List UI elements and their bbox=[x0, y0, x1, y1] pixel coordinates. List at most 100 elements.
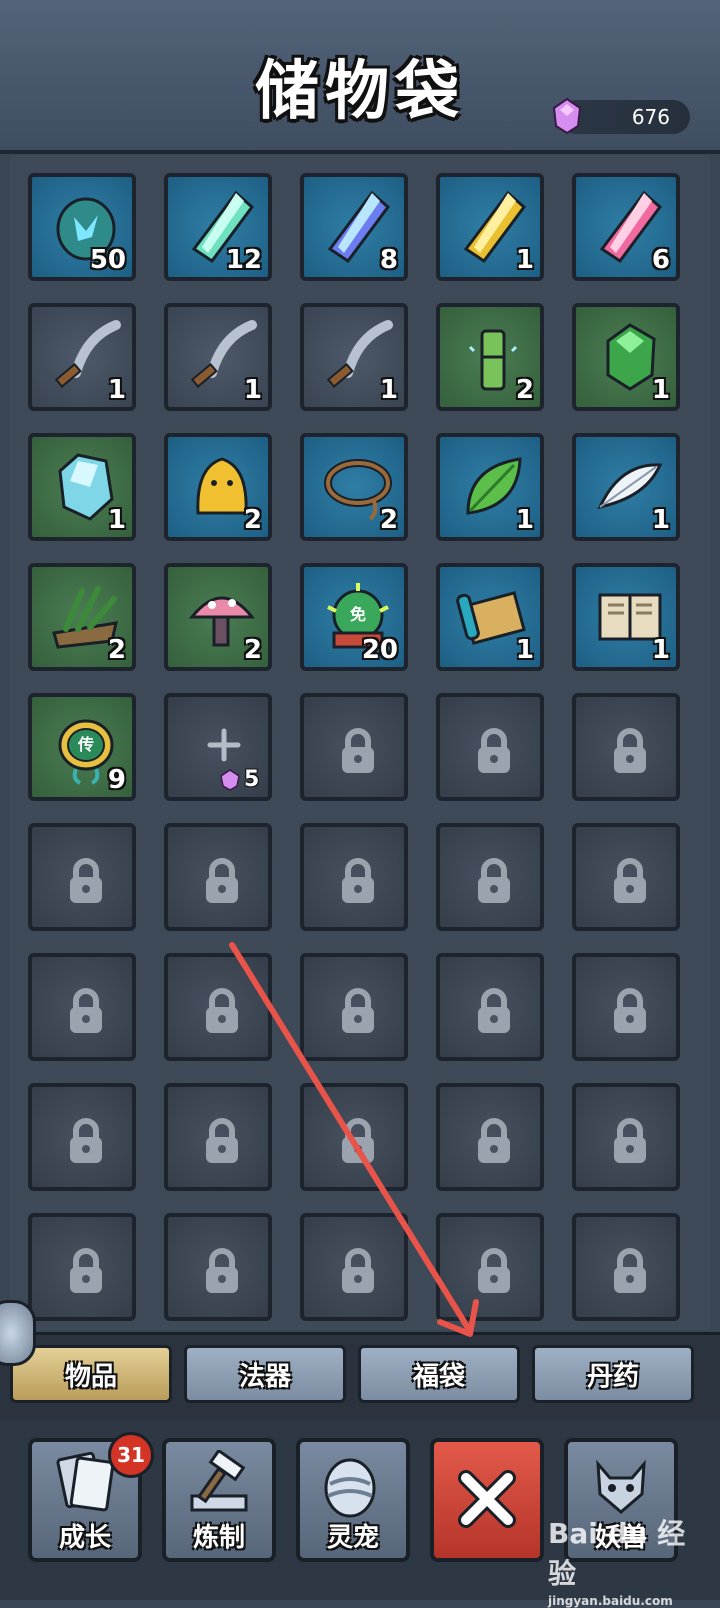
item-count: 1 bbox=[379, 375, 398, 405]
item-slot[interactable]: 1 bbox=[164, 303, 272, 411]
plus-icon bbox=[207, 728, 241, 762]
item-count: 1 bbox=[107, 375, 126, 405]
locked-slot[interactable] bbox=[572, 1083, 680, 1191]
locked-slot[interactable] bbox=[300, 693, 408, 801]
locked-slot[interactable] bbox=[28, 1083, 136, 1191]
lock-icon bbox=[70, 988, 102, 1033]
locked-slot[interactable] bbox=[436, 823, 544, 931]
nav-pet-label: 灵宠 bbox=[326, 1523, 379, 1553]
purple-gem-icon bbox=[220, 769, 240, 791]
close-icon bbox=[458, 1470, 516, 1528]
item-slot[interactable]: 2 bbox=[164, 563, 272, 671]
item-count: 1 bbox=[243, 375, 262, 405]
locked-slot[interactable] bbox=[572, 953, 680, 1061]
item-count: 20 bbox=[361, 635, 398, 665]
item-count: 9 bbox=[107, 765, 126, 795]
item-count: 50 bbox=[89, 245, 126, 275]
lock-icon bbox=[614, 1118, 646, 1163]
tab-artifacts[interactable]: 法器 bbox=[184, 1345, 346, 1403]
tab-bar: 物品 法器 福袋 丹药 bbox=[0, 1332, 720, 1426]
tab-lucky-bags[interactable]: 福袋 bbox=[358, 1345, 520, 1403]
item-count: 2 bbox=[107, 635, 126, 665]
locked-slot[interactable] bbox=[300, 953, 408, 1061]
purple-gem-icon bbox=[552, 98, 582, 134]
lock-icon bbox=[614, 728, 646, 773]
tab-pills[interactable]: 丹药 bbox=[532, 1345, 694, 1403]
lock-icon bbox=[478, 858, 510, 903]
item-slot[interactable]: 1 bbox=[436, 563, 544, 671]
locked-slot[interactable] bbox=[300, 1083, 408, 1191]
lock-icon bbox=[478, 1248, 510, 1293]
locked-slot[interactable] bbox=[164, 823, 272, 931]
lock-icon bbox=[206, 858, 238, 903]
nav-pet-button[interactable]: 灵宠 bbox=[296, 1438, 410, 1562]
tab-items[interactable]: 物品 bbox=[10, 1345, 172, 1403]
item-count: 1 bbox=[515, 635, 534, 665]
item-slot[interactable]: 1 bbox=[28, 433, 136, 541]
item-slot[interactable]: 12 bbox=[164, 173, 272, 281]
locked-slot[interactable] bbox=[436, 1213, 544, 1321]
unlock-slot-button[interactable]: 5 bbox=[164, 693, 272, 801]
nav-refine-button[interactable]: 炼制 bbox=[162, 1438, 276, 1562]
item-slot[interactable]: 2 bbox=[28, 563, 136, 671]
item-slot[interactable]: 6 bbox=[572, 173, 680, 281]
lock-icon bbox=[478, 988, 510, 1033]
item-count: 2 bbox=[243, 505, 262, 535]
item-slot[interactable]: 1 bbox=[436, 433, 544, 541]
item-count: 8 bbox=[379, 245, 398, 275]
item-slot[interactable]: 1 bbox=[572, 433, 680, 541]
item-slot[interactable]: 8 bbox=[300, 173, 408, 281]
item-count: 1 bbox=[515, 505, 534, 535]
locked-slot[interactable] bbox=[572, 693, 680, 801]
locked-slot[interactable] bbox=[436, 1083, 544, 1191]
item-slot[interactable]: 传9 bbox=[28, 693, 136, 801]
item-count: 1 bbox=[107, 505, 126, 535]
lock-icon bbox=[342, 1118, 374, 1163]
item-slot[interactable]: 1 bbox=[28, 303, 136, 411]
locked-slot[interactable] bbox=[28, 823, 136, 931]
side-avatar[interactable] bbox=[0, 1300, 36, 1366]
locked-slot[interactable] bbox=[572, 823, 680, 931]
locked-slot[interactable] bbox=[300, 1213, 408, 1321]
lock-icon bbox=[614, 1248, 646, 1293]
item-glyph: 免 bbox=[350, 605, 366, 624]
lock-icon bbox=[206, 988, 238, 1033]
lock-icon bbox=[342, 1248, 374, 1293]
watermark: Bai du 经验 jingyan.baidu.com bbox=[548, 1512, 708, 1608]
item-count: 2 bbox=[379, 505, 398, 535]
item-slot[interactable]: 1 bbox=[572, 303, 680, 411]
item-slot[interactable]: 2 bbox=[300, 433, 408, 541]
lock-icon bbox=[342, 858, 374, 903]
locked-slot[interactable] bbox=[436, 693, 544, 801]
item-count: 1 bbox=[651, 505, 670, 535]
item-slot[interactable]: 2 bbox=[436, 303, 544, 411]
locked-slot[interactable] bbox=[28, 1213, 136, 1321]
item-slot[interactable]: 1 bbox=[436, 173, 544, 281]
beast-icon bbox=[596, 1459, 646, 1514]
item-slot[interactable]: 50 bbox=[28, 173, 136, 281]
locked-slot[interactable] bbox=[28, 953, 136, 1061]
item-slot[interactable]: 免 20 bbox=[300, 563, 408, 671]
item-count: 1 bbox=[651, 375, 670, 405]
item-slot[interactable]: 1 bbox=[300, 303, 408, 411]
locked-slot[interactable] bbox=[164, 953, 272, 1061]
locked-slot[interactable] bbox=[300, 823, 408, 931]
item-slot[interactable]: 1 bbox=[572, 563, 680, 671]
lock-icon bbox=[206, 1248, 238, 1293]
gem-currency: 676 bbox=[552, 98, 690, 134]
item-slot[interactable]: 2 bbox=[164, 433, 272, 541]
nav-refine-label: 炼制 bbox=[192, 1523, 245, 1553]
locked-slot[interactable] bbox=[164, 1083, 272, 1191]
lock-icon bbox=[614, 988, 646, 1033]
close-button[interactable] bbox=[430, 1438, 544, 1562]
locked-slot[interactable] bbox=[572, 1213, 680, 1321]
locked-slot[interactable] bbox=[436, 953, 544, 1061]
pet-egg-icon bbox=[324, 1458, 376, 1518]
watermark-sub: jingyan.baidu.com bbox=[548, 1594, 673, 1608]
lock-icon bbox=[478, 728, 510, 773]
lock-icon bbox=[70, 858, 102, 903]
item-count: 2 bbox=[515, 375, 534, 405]
hammer-anvil-icon bbox=[190, 1450, 248, 1512]
lock-icon bbox=[70, 1118, 102, 1163]
locked-slot[interactable] bbox=[164, 1213, 272, 1321]
